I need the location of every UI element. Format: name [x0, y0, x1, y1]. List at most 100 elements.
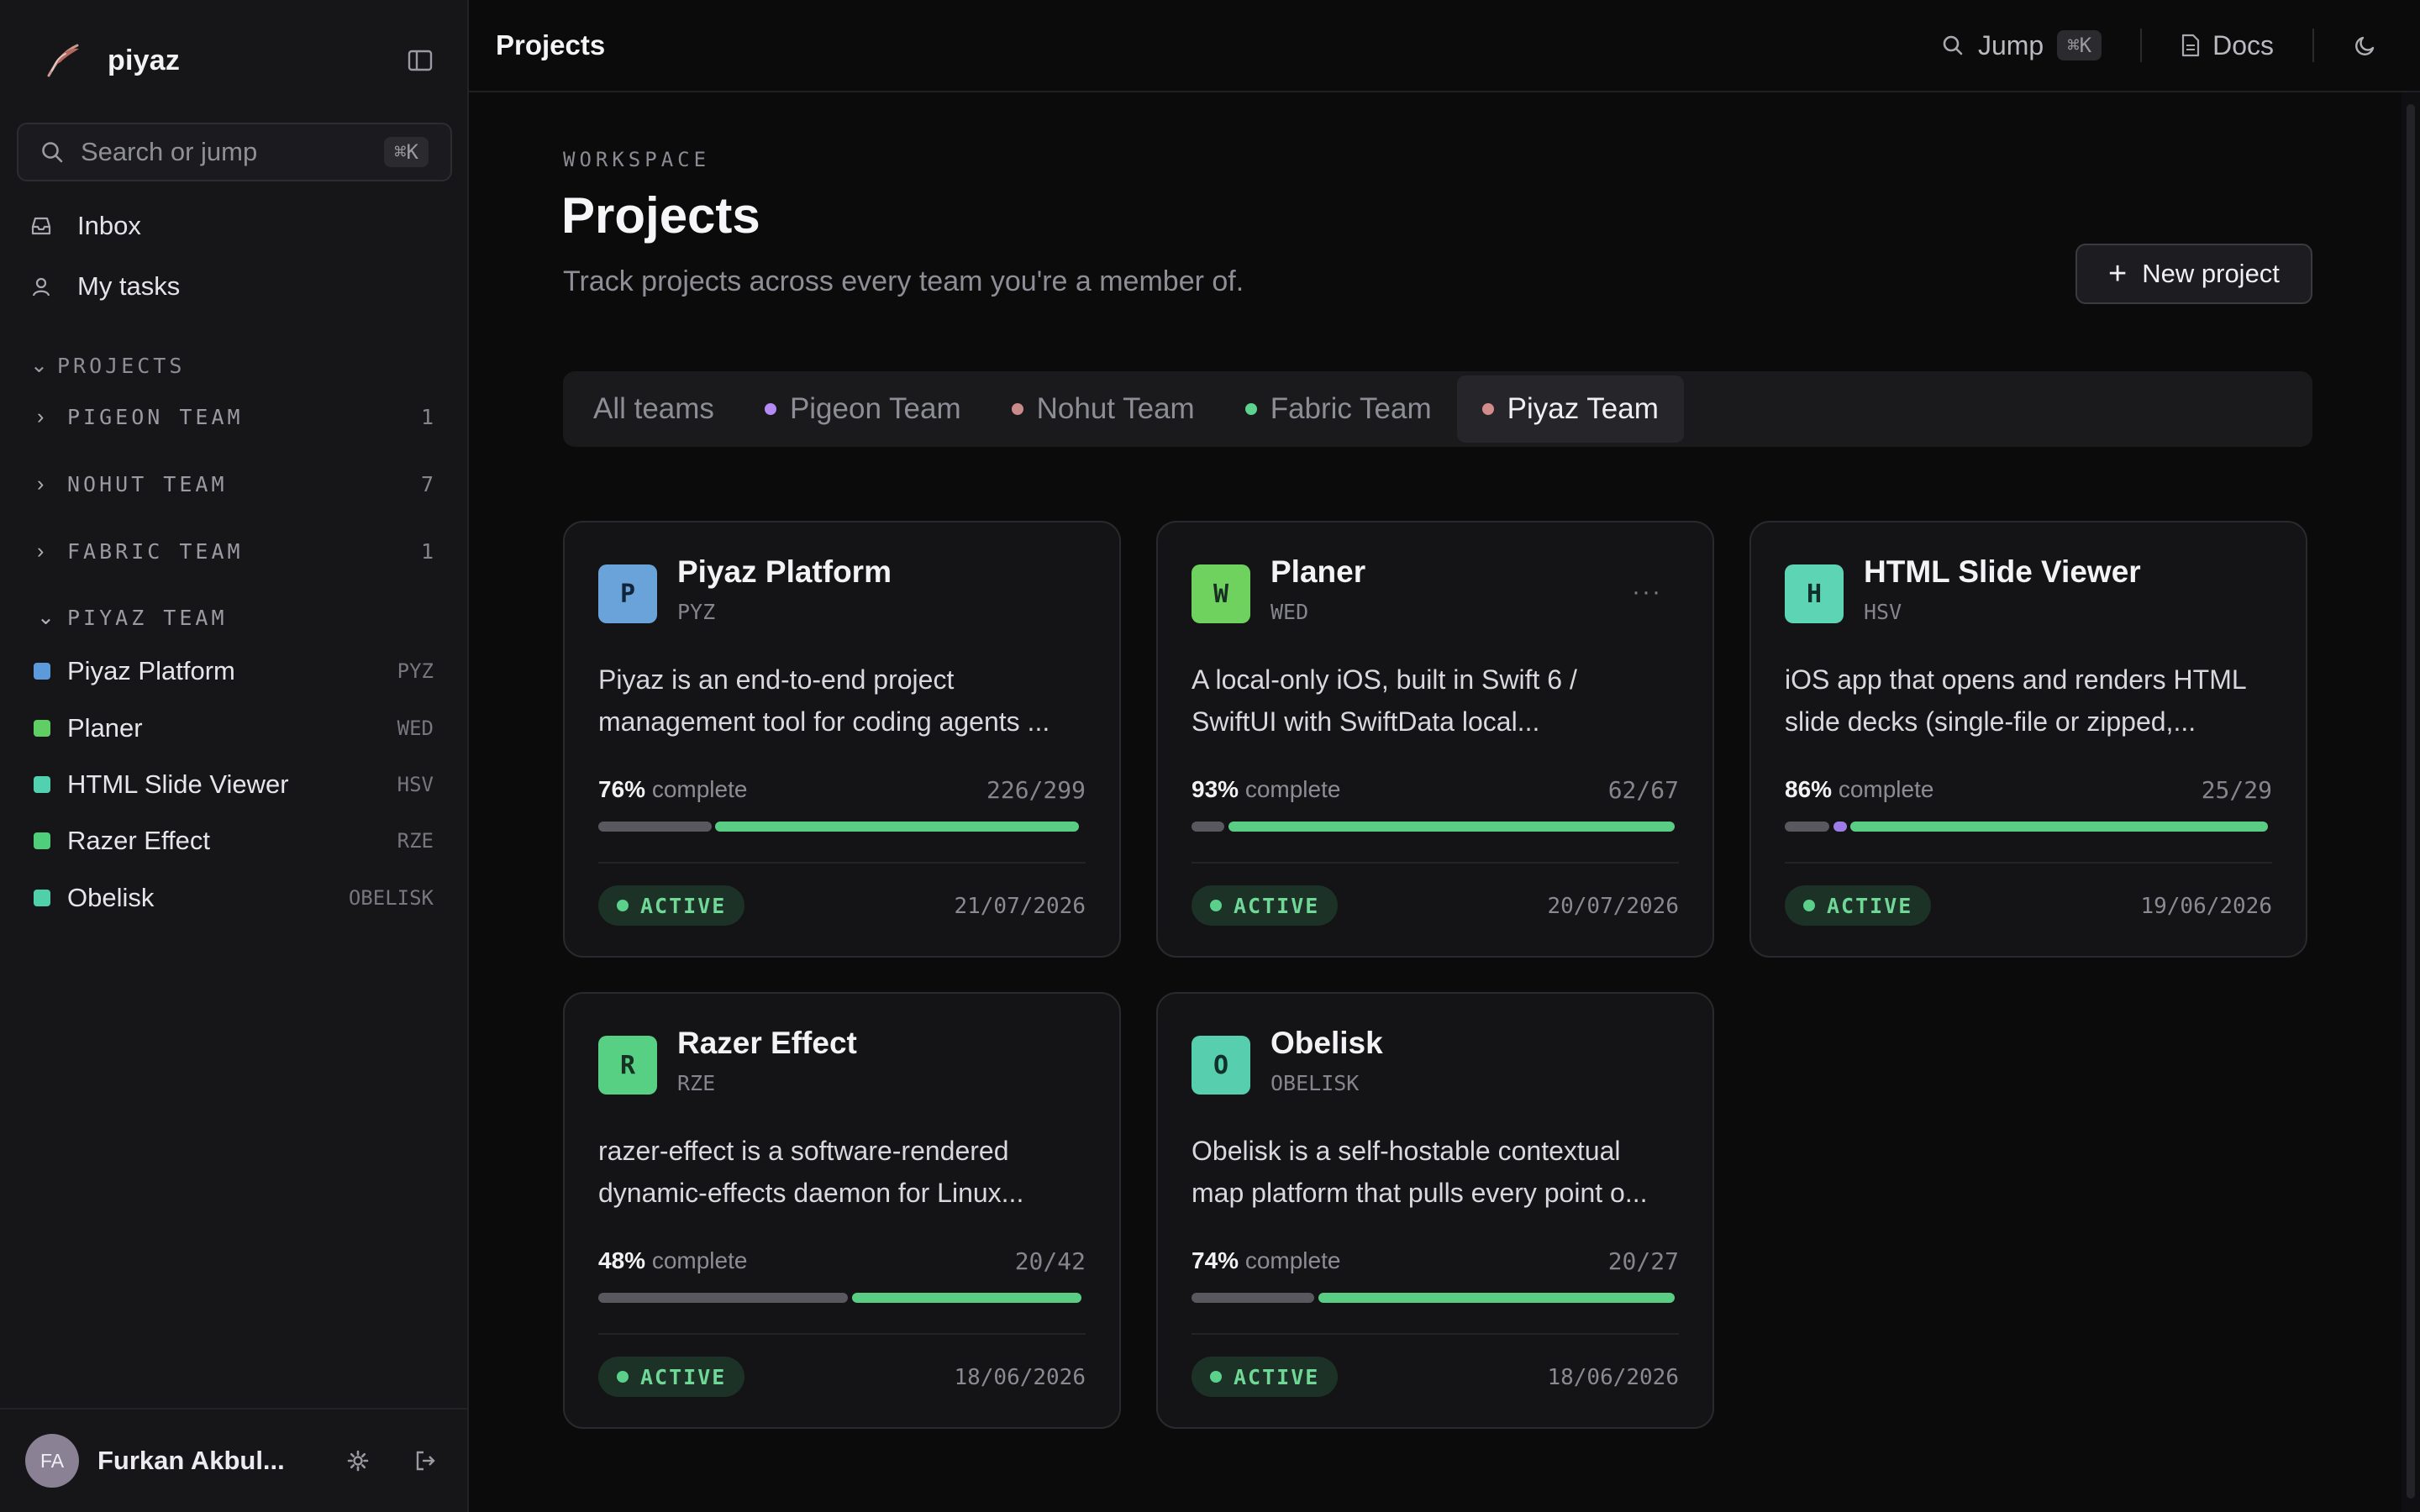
project-title[interactable]: Obelisk — [1270, 1026, 1383, 1061]
progress-bar — [1785, 822, 2272, 832]
sidebar-search[interactable]: Search or jump ⌘K — [17, 123, 452, 181]
sign-out-icon[interactable] — [408, 1444, 442, 1478]
progress-segment-gray — [1192, 822, 1224, 832]
more-options-icon[interactable]: ··· — [1632, 578, 1662, 606]
tab-all-teams[interactable]: All teams — [568, 375, 739, 443]
user-icon — [32, 277, 50, 297]
project-title[interactable]: HTML Slide Viewer — [1864, 554, 2141, 590]
project-title[interactable]: Piyaz Platform — [677, 554, 892, 590]
project-name: HTML Slide Viewer — [67, 769, 289, 799]
project-card[interactable]: W Planer WED ··· A local-only iOS, built… — [1156, 521, 1714, 958]
project-description: razer-effect is a software-rendered dynam… — [598, 1136, 1024, 1208]
divider — [2140, 29, 2143, 62]
status-badge: ACTIVE — [598, 885, 745, 926]
project-name: Obelisk — [67, 883, 155, 912]
page-title: Projects — [496, 29, 606, 60]
tab-pigeon-team[interactable]: Pigeon Team — [739, 375, 986, 443]
sidebar-project-piyaz-platform[interactable]: Piyaz Platform PYZ — [34, 650, 434, 692]
progress-count: 20/42 — [1014, 1247, 1086, 1275]
settings-gear-icon[interactable] — [341, 1444, 375, 1478]
card-divider — [1192, 1333, 1679, 1335]
heading: Projects — [561, 187, 760, 244]
sidebar-project-html-slide-viewer[interactable]: HTML Slide Viewer HSV — [34, 764, 434, 806]
nav-my-tasks[interactable]: My tasks — [30, 263, 180, 310]
docs-label: Docs — [2212, 29, 2274, 60]
project-card[interactable]: O Obelisk OBELISK Obelisk is a self-host… — [1156, 992, 1714, 1429]
theme-toggle-moon-icon[interactable] — [2353, 33, 2378, 58]
project-card[interactable]: P Piyaz Platform PYZ Piyaz is an end-to-… — [563, 521, 1121, 958]
inbox-icon — [31, 217, 51, 235]
progress-label: 48% complete — [598, 1247, 748, 1273]
progress-segment-gray — [1192, 1293, 1315, 1303]
scrollbar-thumb[interactable] — [2407, 104, 2415, 1499]
chevron-right-icon: › — [37, 538, 48, 563]
project-code: RZE — [677, 1071, 716, 1095]
sidebar-project-planer[interactable]: Planer WED — [34, 707, 434, 749]
card-divider — [1192, 862, 1679, 864]
progress-bar — [1192, 822, 1679, 832]
tab-fabric-team[interactable]: Fabric Team — [1220, 375, 1457, 443]
team-count: 1 — [420, 538, 434, 564]
project-badge: H — [1785, 564, 1844, 623]
brand[interactable]: piyaz — [40, 39, 180, 82]
team-count: 7 — [420, 471, 434, 496]
card-divider — [598, 1333, 1086, 1335]
team-name: NOHUT TEAM — [67, 471, 228, 496]
project-description: Piyaz is an end-to-end project management… — [598, 664, 1050, 737]
new-project-button[interactable]: + New project — [2075, 244, 2312, 304]
docs-button[interactable]: Docs — [2181, 30, 2274, 61]
project-code: HSV — [1864, 600, 1902, 624]
project-color-square — [34, 890, 50, 906]
project-card[interactable]: H HTML Slide Viewer HSV iOS app that ope… — [1749, 521, 2307, 958]
sidebar-project-razer-effect[interactable]: Razer Effect RZE — [34, 820, 434, 862]
progress-label: 86% complete — [1785, 776, 1934, 802]
scrollbar[interactable] — [2402, 92, 2420, 1512]
sidebar-toggle-icon[interactable] — [405, 47, 435, 74]
project-description: iOS app that opens and renders HTML slide… — [1785, 664, 2247, 737]
jump-shortcut: ⌘K — [2057, 30, 2102, 60]
team-name: PIYAZ TEAM — [67, 605, 228, 630]
project-code: WED — [397, 717, 434, 740]
team-dot — [1244, 403, 1257, 415]
tab-label: Fabric Team — [1270, 392, 1432, 425]
project-code: PYZ — [677, 600, 716, 624]
progress-segment-gray — [598, 1293, 848, 1303]
project-title[interactable]: Razer Effect — [677, 1026, 857, 1061]
progress-segment-gray — [1785, 822, 1830, 832]
project-badge: R — [598, 1036, 657, 1095]
tab-label: Pigeon Team — [789, 392, 961, 425]
tab-nohut-team[interactable]: Nohut Team — [986, 375, 1220, 443]
jump-button[interactable]: Jump ⌘K — [1941, 30, 2102, 61]
progress-segment-green — [715, 822, 1080, 832]
project-color-square — [34, 832, 50, 849]
projects-section-header[interactable]: ⌄ PROJECTS — [30, 353, 185, 378]
team-dot — [1011, 403, 1023, 415]
progress-label: 74% complete — [1192, 1247, 1341, 1273]
document-icon — [2181, 34, 2200, 57]
sidebar-team-fabric[interactable]: › FABRIC TEAM 1 — [37, 534, 434, 568]
project-badge: P — [598, 564, 657, 623]
sidebar-team-pigeon[interactable]: › PIGEON TEAM 1 — [37, 400, 434, 433]
sidebar-team-nohut[interactable]: › NOHUT TEAM 7 — [37, 467, 434, 501]
project-title[interactable]: Planer — [1270, 554, 1365, 590]
tab-piyaz-team[interactable]: Piyaz Team — [1456, 375, 1684, 443]
sidebar-team-piyaz[interactable]: ⌄ PIYAZ TEAM — [37, 601, 434, 634]
card-divider — [598, 862, 1086, 864]
tab-label: Nohut Team — [1036, 392, 1195, 425]
nav-inbox[interactable]: Inbox — [30, 202, 141, 249]
project-code: WED — [1270, 600, 1309, 624]
piyaz-logo-icon — [47, 44, 79, 77]
project-date: 20/07/2026 — [1547, 894, 1679, 919]
project-color-square — [34, 776, 50, 793]
subtitle: Track projects across every team you're … — [563, 265, 1244, 297]
user-bar: FA Furkan Akbul... — [0, 1408, 467, 1512]
nav-my-tasks-label: My tasks — [77, 271, 181, 301]
avatar[interactable]: FA — [25, 1434, 79, 1488]
team-name: PIGEON TEAM — [67, 404, 244, 429]
progress-segment-green — [1318, 1293, 1676, 1303]
app-name: piyaz — [108, 44, 181, 76]
project-card[interactable]: R Razer Effect RZE razer-effect is a sof… — [563, 992, 1121, 1429]
status-badge: ACTIVE — [1192, 1357, 1339, 1397]
user-name[interactable]: Furkan Akbul... — [97, 1446, 301, 1476]
sidebar-project-obelisk[interactable]: Obelisk OBELISK — [34, 877, 434, 919]
